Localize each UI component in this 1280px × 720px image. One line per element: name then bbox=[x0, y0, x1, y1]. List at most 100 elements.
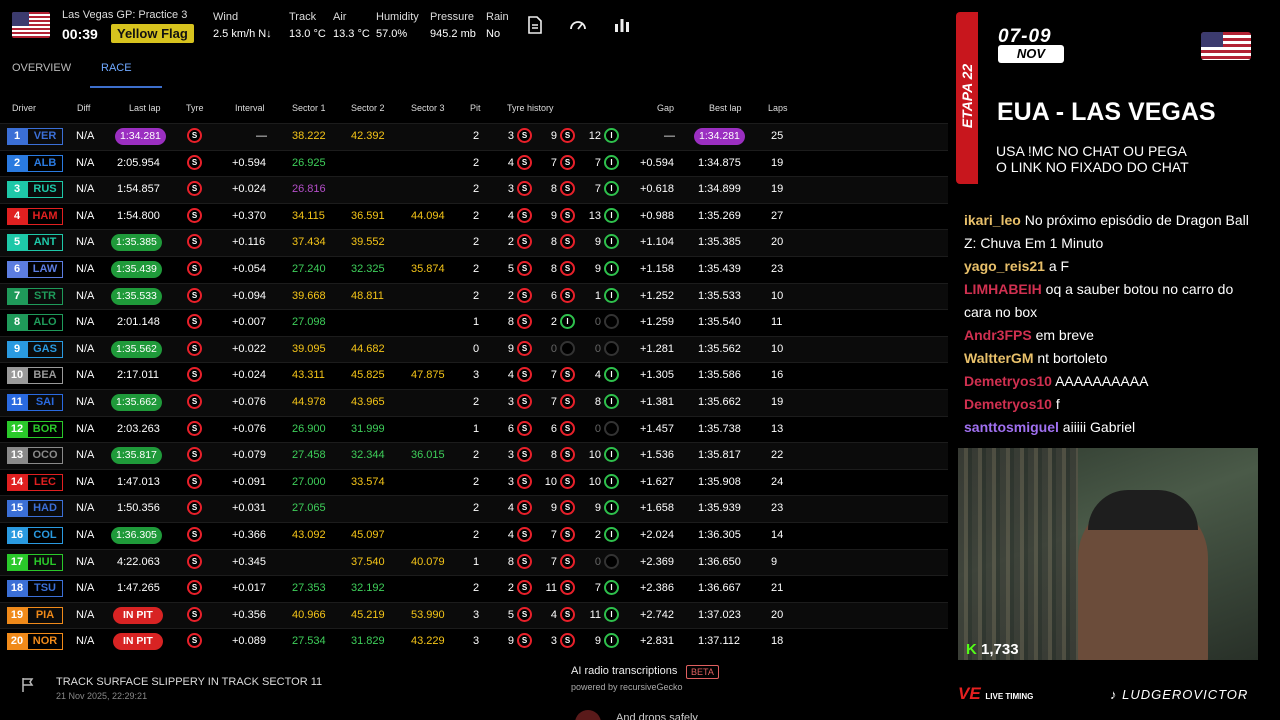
driver-code[interactable]: VER bbox=[27, 128, 63, 145]
driver-code[interactable]: ANT bbox=[27, 234, 63, 252]
sector-time: 27.534 bbox=[292, 635, 326, 648]
table-row[interactable]: 7 STR N/A 1:35.533 S +0.094 39.668 48.811 2 2 S 6 S 1… bbox=[0, 282, 948, 310]
sector-time: 43.311 bbox=[292, 369, 325, 382]
driver-code[interactable]: ALO bbox=[27, 314, 63, 332]
sector-time: 39.095 bbox=[292, 342, 326, 355]
col-pit[interactable]: Pit bbox=[470, 103, 481, 113]
chat-username[interactable]: yago_reis21 bbox=[964, 258, 1045, 274]
col-sector-3[interactable]: Sector 3 bbox=[411, 103, 445, 113]
table-row[interactable]: 15 HAD N/A 1:50.356 S +0.031 27.065 2 4 S 9 S 9 I +1.6… bbox=[0, 495, 948, 522]
lap-count: 27 bbox=[771, 209, 784, 222]
driver-code[interactable]: SAI bbox=[27, 394, 63, 411]
table-row[interactable]: 8 ALO N/A 2:01.148 S +0.007 27.098 1 8 S 2 I 0 +1.259… bbox=[0, 309, 948, 336]
col-tyre[interactable]: Tyre bbox=[186, 103, 204, 113]
col-driver[interactable]: Driver bbox=[12, 103, 36, 113]
table-row[interactable]: 4 HAM N/A 1:54.800 S +0.370 34.115 36.591 44.094… bbox=[0, 202, 948, 230]
driver-code[interactable]: BOR bbox=[27, 420, 63, 438]
table-row[interactable]: 1 VER N/A 1:34.281 S —38.222 42.392 2 3 S 9 S 12 I —1:… bbox=[0, 123, 948, 150]
table-row[interactable]: 2 ALB N/A 2:05.954 S +0.594 26.925 2 4 S 7 S 7 I +0.59… bbox=[0, 149, 948, 177]
wind-label: Wind bbox=[213, 11, 239, 23]
speedometer-icon[interactable] bbox=[569, 16, 587, 34]
last-lap-value: 1:35.533 bbox=[111, 287, 162, 305]
table-row[interactable]: 20 NOR N/A IN PIT S +0.089 27.534 31.829 43.229 3… bbox=[0, 628, 948, 655]
stint-lap-count: 8 bbox=[550, 263, 557, 275]
driver-code[interactable]: HAM bbox=[27, 207, 63, 225]
driver-code[interactable]: HAD bbox=[27, 500, 63, 518]
col-tyre-history[interactable]: Tyre history bbox=[507, 103, 554, 113]
table-row[interactable]: 11 SAI N/A 1:35.662 S +0.076 44.978 43.965 2 3 S 7 S… bbox=[0, 389, 948, 416]
last-lap-value: 1:35.385 bbox=[111, 234, 162, 252]
table-row[interactable]: 19 PIA N/A IN PIT S +0.356 40.966 45.219 53.990 3… bbox=[0, 601, 948, 629]
sector-time: 31.999 bbox=[351, 422, 385, 435]
tyre-soft-icon: S bbox=[187, 447, 202, 463]
chat-message: WaltterGM nt bortoleto bbox=[964, 347, 1264, 370]
interval-value: +0.079 bbox=[232, 449, 266, 462]
sector-time: 37.434 bbox=[292, 236, 326, 249]
driver-code[interactable]: HUL bbox=[27, 553, 63, 571]
tyre-soft-icon: S bbox=[517, 314, 532, 330]
sector-time: 27.240 bbox=[292, 263, 326, 275]
chat-username[interactable]: ikari_leo bbox=[964, 212, 1021, 228]
stint-lap-count: 7 bbox=[594, 156, 601, 169]
col-laps[interactable]: Laps bbox=[768, 103, 788, 113]
document-icon[interactable] bbox=[526, 16, 544, 34]
chat-username[interactable]: WaltterGM bbox=[964, 350, 1033, 366]
chat-username[interactable]: santtosmiguel bbox=[964, 419, 1059, 435]
chat-username[interactable]: Andr3FPS bbox=[964, 327, 1032, 343]
last-lap-value: 4:22.063 bbox=[117, 555, 160, 568]
sector-time: 31.829 bbox=[351, 635, 385, 648]
driver-code[interactable]: GAS bbox=[27, 340, 63, 358]
driver-code[interactable]: LEC bbox=[27, 473, 63, 491]
stint-lap-count: 9 bbox=[594, 635, 601, 648]
bar-chart-icon[interactable] bbox=[613, 16, 631, 34]
table-row[interactable]: 5 ANT N/A 1:35.385 S +0.116 37.434 39.552 2 2 S 8 S 9… bbox=[0, 229, 948, 256]
table-row[interactable]: 3 RUS N/A 1:54.857 S +0.024 26.816 2 3 S 8 S 7 I +0.61… bbox=[0, 176, 948, 203]
tyre-soft-icon: S bbox=[560, 394, 575, 409]
driver-code[interactable]: COL bbox=[27, 527, 63, 544]
event-subtitle-line-2: O LINK NO FIXADO DO CHAT bbox=[996, 159, 1189, 175]
col-last-lap[interactable]: Last lap bbox=[129, 103, 161, 113]
col-sector-2[interactable]: Sector 2 bbox=[351, 103, 385, 113]
driver-code[interactable]: PIA bbox=[27, 606, 63, 624]
table-row[interactable]: 12 BOR N/A 2:03.263 S +0.076 26.900 31.999 1 6 S 6 S… bbox=[0, 415, 948, 443]
last-lap-value: 1:47.265 bbox=[117, 582, 160, 595]
driver-code[interactable]: STR bbox=[27, 287, 63, 305]
tab-race[interactable]: RACE bbox=[101, 62, 132, 74]
stint-lap-count: 2 bbox=[594, 529, 601, 541]
table-row[interactable]: 6 LAW N/A 1:35.439 S +0.054 27.240 32.325 35.874… bbox=[0, 256, 948, 283]
table-row[interactable]: 10 BEA N/A 2:17.011 S +0.024 43.311 45.825 47.87… bbox=[0, 362, 948, 389]
col-sector-1[interactable]: Sector 1 bbox=[292, 103, 326, 113]
table-row[interactable]: 14 LEC N/A 1:47.013 S +0.091 27.000 33.574 2 3 S 10… bbox=[0, 468, 948, 496]
table-row[interactable]: 16 COL N/A 1:36.305 S +0.366 43.092 45.097 2 4 S 7 S… bbox=[0, 522, 948, 549]
chat-username[interactable]: Demetryos10 bbox=[964, 396, 1052, 412]
sector-time: 48.811 bbox=[351, 289, 384, 302]
driver-code[interactable]: BEA bbox=[27, 367, 63, 385]
col-interval[interactable]: Interval bbox=[235, 103, 265, 113]
table-row[interactable]: 13 OCO N/A 1:35.817 S +0.079 27.458 32.344 36.01… bbox=[0, 442, 948, 469]
stint-lap-count: 3 bbox=[507, 183, 514, 196]
tyre-soft-icon: S bbox=[187, 633, 202, 649]
chat-username[interactable]: LIMHABEIH bbox=[964, 281, 1042, 297]
table-row[interactable]: 18 TSU N/A 1:47.265 S +0.017 27.353 32.192 2 2 S 11… bbox=[0, 575, 948, 602]
driver-code[interactable]: OCO bbox=[27, 447, 63, 465]
driver-code[interactable]: TSU bbox=[27, 580, 63, 598]
best-lap-value: 1:36.667 bbox=[698, 582, 741, 595]
col-diff[interactable]: Diff bbox=[77, 103, 90, 113]
table-row[interactable]: 9 GAS N/A 1:35.562 S +0.022 39.095 44.682 0 9 S 0 0 +… bbox=[0, 335, 948, 363]
table-row[interactable]: 17 HUL N/A 4:22.063 S +0.345 37.540 40.079 1 8 S 7 S… bbox=[0, 548, 948, 576]
pit-count: 2 bbox=[473, 236, 480, 249]
driver-code[interactable]: ALB bbox=[27, 154, 63, 172]
col-best-lap[interactable]: Best lap bbox=[709, 103, 742, 113]
driver-code[interactable]: LAW bbox=[27, 261, 63, 278]
chat-username[interactable]: Demetryos10 bbox=[964, 373, 1052, 389]
interval-value: +0.116 bbox=[232, 236, 266, 249]
col-gap[interactable]: Gap bbox=[657, 103, 674, 113]
driver-code[interactable]: RUS bbox=[27, 181, 63, 199]
diff-value: N/A bbox=[76, 396, 95, 408]
stream-chat: ikari_leo No próximo episódio de Dragon … bbox=[964, 209, 1264, 439]
driver-code[interactable]: NOR bbox=[27, 633, 63, 651]
tyre-soft-icon: S bbox=[187, 473, 202, 489]
pit-count: 3 bbox=[473, 635, 480, 648]
sector-time: 38.222 bbox=[292, 130, 326, 142]
tab-overview[interactable]: OVERVIEW bbox=[12, 62, 71, 74]
